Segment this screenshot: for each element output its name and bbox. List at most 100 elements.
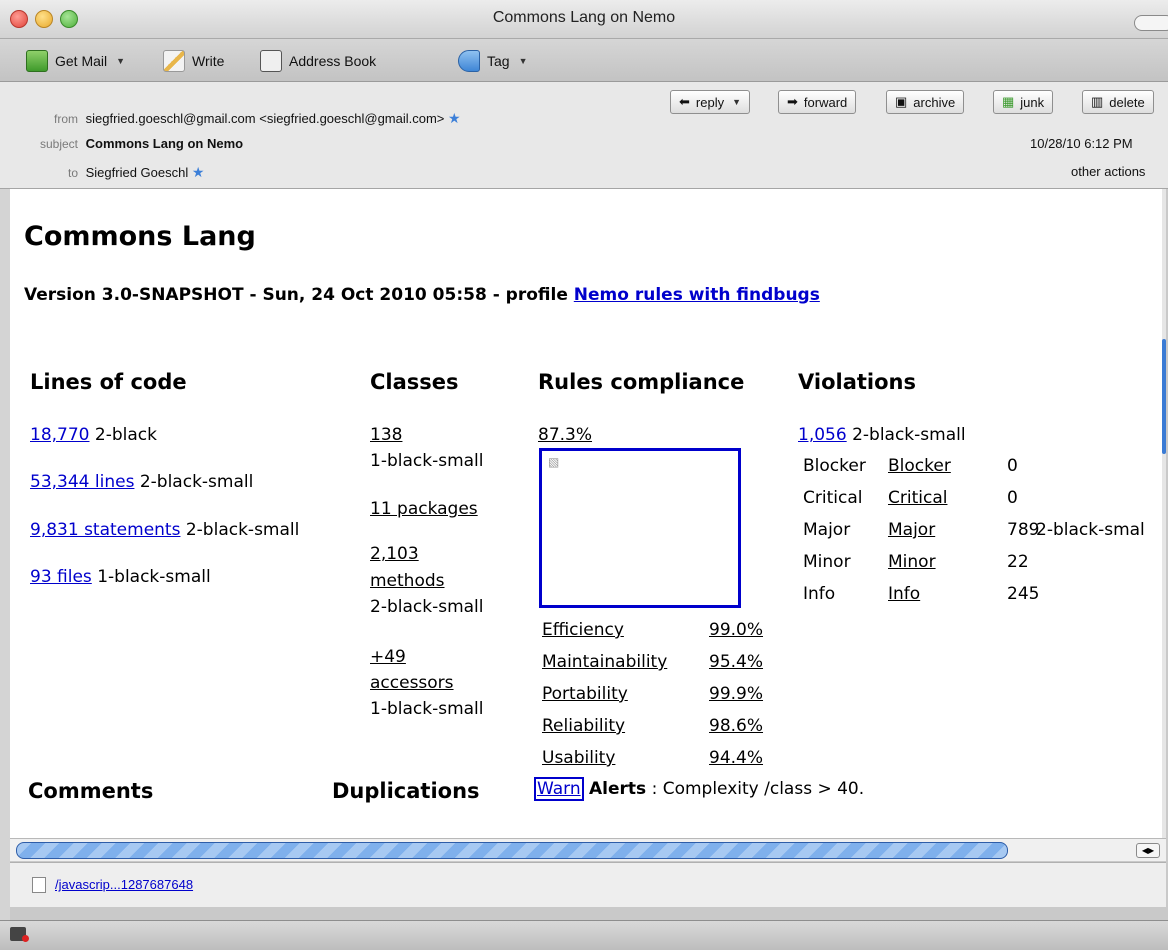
star-icon[interactable]: ★ <box>448 110 461 126</box>
packages-link[interactable]: 11 packages <box>370 499 478 519</box>
accessors-count-link[interactable]: +49 <box>370 647 406 667</box>
loc-statements-link[interactable]: 9,831 statements <box>30 520 180 540</box>
alerts-label: Alerts <box>589 779 647 799</box>
severity-link[interactable]: Blocker <box>888 456 951 476</box>
methods-link[interactable]: methods <box>370 571 445 591</box>
violations-value-row: 1,056 2-black-small <box>798 425 966 445</box>
accessors-link[interactable]: accessors <box>370 673 454 693</box>
rule-category-link[interactable]: Efficiency <box>542 620 624 640</box>
tag-button[interactable]: Tag ▼ <box>458 50 528 72</box>
vertical-scrollbar-thumb[interactable] <box>1162 339 1166 454</box>
tag-icon <box>458 50 480 72</box>
classes-value-link[interactable]: 138 <box>370 425 402 445</box>
pencil-icon <box>163 50 185 72</box>
to-row: to Siegfried Goeschl ★ <box>0 164 204 181</box>
address-book-button[interactable]: Address Book <box>260 50 376 72</box>
duplications-heading: Duplications <box>332 779 480 803</box>
severity-count: 789 <box>1007 520 1040 540</box>
subject-label: subject <box>39 137 78 151</box>
version-line: Version 3.0-SNAPSHOT - Sun, 24 Oct 2010 … <box>24 285 820 305</box>
rule-category-percent[interactable]: 95.4% <box>709 652 763 672</box>
accessors-class: 1-black-small <box>370 699 484 719</box>
severity-link[interactable]: Info <box>888 584 920 604</box>
version-text: Version 3.0-SNAPSHOT - Sun, 24 Oct 2010 … <box>24 285 568 305</box>
severity-note: 2-black-smal <box>1036 520 1145 540</box>
rule-category-link[interactable]: Reliability <box>542 716 625 736</box>
attachment-file-icon <box>32 877 46 893</box>
archive-button[interactable]: ▣ archive <box>886 90 965 114</box>
methods-count-link[interactable]: 2,103 <box>370 544 419 564</box>
subject-row: subject Commons Lang on Nemo <box>0 136 243 151</box>
horizontal-scrollbar-thumb[interactable] <box>16 842 1008 859</box>
loc-statements-row: 9,831 statements 2-black-small <box>30 520 299 540</box>
loc-value-link[interactable]: 18,770 <box>30 425 89 445</box>
tag-label: Tag <box>487 53 510 69</box>
write-button[interactable]: Write <box>163 50 224 72</box>
rules-chart-image[interactable]: ▧ <box>539 448 741 608</box>
rule-category-percent[interactable]: 99.0% <box>709 620 763 640</box>
alert-row: Warn Alerts : Complexity /class > 40. <box>534 777 865 801</box>
dropdown-arrow-icon[interactable]: ▼ <box>519 56 528 66</box>
subject-value: Commons Lang on Nemo <box>85 136 244 151</box>
severity-label: Blocker <box>803 456 866 476</box>
warn-badge[interactable]: Warn <box>534 777 584 801</box>
window-left-edge <box>0 189 10 920</box>
rule-category-link[interactable]: Usability <box>542 748 615 768</box>
loc-value-row: 18,770 2-black <box>30 425 157 445</box>
lines-of-code-heading: Lines of code <box>30 370 187 394</box>
rules-compliance-link[interactable]: 87.3% <box>538 425 592 445</box>
loc-lines-link[interactable]: 53,344 lines <box>30 472 134 492</box>
reply-icon: ⬅ <box>679 94 690 109</box>
title-bar: Commons Lang on Nemo <box>0 0 1168 39</box>
report-title: Commons Lang <box>24 221 256 252</box>
vertical-scrollbar[interactable] <box>1162 189 1166 838</box>
junk-button[interactable]: ▦ junk <box>993 90 1054 114</box>
star-icon[interactable]: ★ <box>192 164 205 180</box>
dropdown-arrow-icon: ▼ <box>732 97 742 107</box>
violations-value-link[interactable]: 1,056 <box>798 425 847 445</box>
rules-compliance-heading: Rules compliance <box>538 370 745 394</box>
forward-button[interactable]: ➡ forward <box>778 90 857 114</box>
loc-statements-class: 2-black-small <box>185 520 300 540</box>
severity-count: 22 <box>1007 552 1029 572</box>
toolbar-toggle-button[interactable] <box>1134 15 1168 31</box>
severity-label: Minor <box>803 552 851 572</box>
write-label: Write <box>192 53 225 69</box>
rule-category-percent[interactable]: 98.6% <box>709 716 763 736</box>
loc-value-class: 2-black <box>94 425 157 445</box>
comments-heading: Comments <box>28 779 154 803</box>
archive-icon: ▣ <box>895 94 908 109</box>
severity-link[interactable]: Critical <box>888 488 947 508</box>
severity-label: Info <box>803 584 836 604</box>
date: 10/28/10 6:12 PM <box>1030 136 1133 151</box>
profile-link[interactable]: Nemo rules with findbugs <box>574 285 820 305</box>
rule-category-link[interactable]: Maintainability <box>542 652 667 672</box>
rule-category-link[interactable]: Portability <box>542 684 628 704</box>
loc-lines-class: 2-black-small <box>139 472 254 492</box>
get-mail-button[interactable]: Get Mail ▼ <box>26 50 125 72</box>
trash-icon: ▥ <box>1091 94 1104 109</box>
dropdown-arrow-icon[interactable]: ▼ <box>116 56 125 66</box>
to-value[interactable]: Siegfried Goeschl <box>86 165 189 180</box>
from-value[interactable]: siegfried.goeschl@gmail.com <siegfried.g… <box>86 111 445 126</box>
severity-link[interactable]: Minor <box>888 552 936 572</box>
loc-files-link[interactable]: 93 files <box>30 567 92 587</box>
rule-category-percent[interactable]: 94.4% <box>709 748 763 768</box>
message-body: Commons Lang Version 3.0-SNAPSHOT - Sun,… <box>10 189 1166 838</box>
delete-button[interactable]: ▥ delete <box>1082 90 1154 114</box>
toolbar: Get Mail ▼ Write Address Book Tag ▼ <box>0 39 1168 82</box>
offline-badge-icon <box>22 935 29 942</box>
scroll-arrows[interactable]: ◀▶ <box>1136 843 1160 858</box>
horizontal-scrollbar[interactable]: ◀▶ <box>10 838 1166 861</box>
message-header: ⬅ reply ▼ ➡ forward ▣ archive ▦ junk ▥ d… <box>0 82 1168 189</box>
attachment-link[interactable]: /javascrip...1287687648 <box>55 877 193 892</box>
other-actions-link[interactable]: other actions <box>1071 164 1145 179</box>
status-bar <box>0 920 1168 950</box>
reply-button[interactable]: ⬅ reply ▼ <box>670 90 751 114</box>
get-mail-icon <box>26 50 48 72</box>
get-mail-label: Get Mail <box>55 53 108 69</box>
rule-category-percent[interactable]: 99.9% <box>709 684 763 704</box>
severity-link[interactable]: Major <box>888 520 935 540</box>
alert-text: : Complexity /class > 40. <box>651 779 865 799</box>
loc-lines-row: 53,344 lines 2-black-small <box>30 472 253 492</box>
